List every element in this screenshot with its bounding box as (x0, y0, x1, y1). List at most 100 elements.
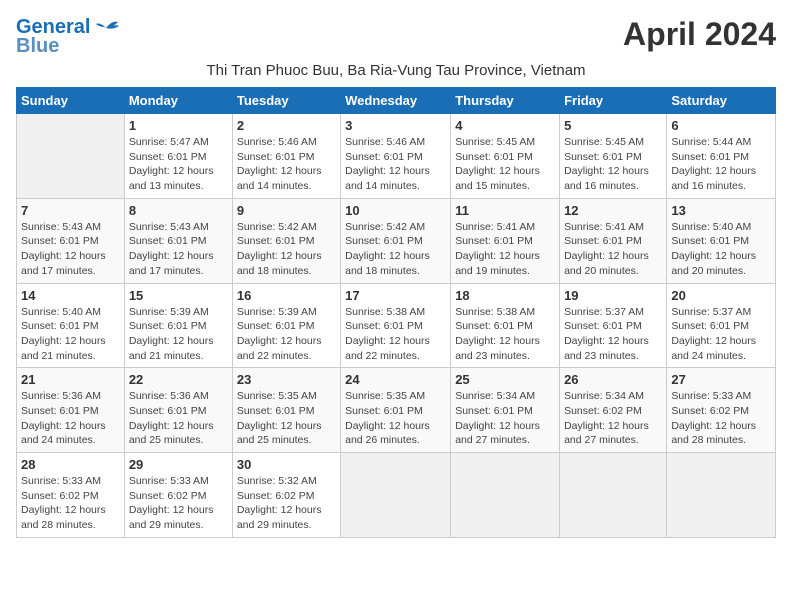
calendar-cell: 16 Sunrise: 5:39 AMSunset: 6:01 PMDayligh… (232, 283, 340, 368)
day-number: 11 (455, 203, 555, 218)
calendar-body: 1Sunrise: 5:47 AMSunset: 6:01 PMDaylight… (17, 114, 776, 538)
calendar-cell: 25 Sunrise: 5:34 AMSunset: 6:01 PMDayligh… (451, 368, 560, 453)
calendar-cell (560, 453, 667, 538)
day-info: Sunrise: 5:37 AMSunset: 6:01 PMDaylight:… (671, 305, 771, 364)
day-number: 21 (21, 372, 120, 387)
day-info: Sunrise: 5:40 AMSunset: 6:01 PMDaylight:… (671, 220, 771, 279)
day-number: 23 (237, 372, 336, 387)
calendar-cell: 13 Sunrise: 5:40 AMSunset: 6:01 PMDayligh… (667, 198, 776, 283)
day-info: Sunrise: 5:39 AMSunset: 6:01 PMDaylight:… (129, 305, 228, 364)
day-info: Sunrise: 5:46 AMSunset: 6:01 PMDaylight:… (345, 135, 446, 194)
calendar-cell: 15 Sunrise: 5:39 AMSunset: 6:01 PMDayligh… (124, 283, 232, 368)
day-info: Sunrise: 5:46 AMSunset: 6:01 PMDaylight:… (237, 135, 336, 194)
calendar-cell: 23 Sunrise: 5:35 AMSunset: 6:01 PMDayligh… (232, 368, 340, 453)
day-info: Sunrise: 5:33 AMSunset: 6:02 PMDaylight:… (671, 389, 771, 448)
logo-bird-icon (92, 18, 120, 38)
day-info: Sunrise: 5:35 AMSunset: 6:01 PMDaylight:… (237, 389, 336, 448)
day-number: 8 (129, 203, 228, 218)
day-number: 27 (671, 372, 771, 387)
day-number: 6 (671, 118, 771, 133)
calendar-cell: 22 Sunrise: 5:36 AMSunset: 6:01 PMDayligh… (124, 368, 232, 453)
day-info: Sunrise: 5:45 AMSunset: 6:01 PMDaylight:… (455, 135, 555, 194)
day-info: Sunrise: 5:42 AMSunset: 6:01 PMDaylight:… (237, 220, 336, 279)
calendar-cell (451, 453, 560, 538)
day-info: Sunrise: 5:43 AMSunset: 6:01 PMDaylight:… (21, 220, 120, 279)
day-info: Sunrise: 5:37 AMSunset: 6:01 PMDaylight:… (564, 305, 662, 364)
header-tuesday: Tuesday (232, 88, 340, 114)
day-number: 19 (564, 288, 662, 303)
calendar-subtitle: Thi Tran Phuoc Buu, Ba Ria-Vung Tau Prov… (16, 62, 776, 79)
calendar-cell: 14 Sunrise: 5:40 AMSunset: 6:01 PMDayligh… (17, 283, 125, 368)
calendar-cell: 21 Sunrise: 5:36 AMSunset: 6:01 PMDayligh… (17, 368, 125, 453)
day-info: Sunrise: 5:38 AMSunset: 6:01 PMDaylight:… (455, 305, 555, 364)
day-info: Sunrise: 5:40 AMSunset: 6:01 PMDaylight:… (21, 305, 120, 364)
day-number: 9 (237, 203, 336, 218)
day-info: Sunrise: 5:41 AMSunset: 6:01 PMDaylight:… (564, 220, 662, 279)
month-title: April 2024 (623, 16, 776, 53)
day-info: Sunrise: 5:35 AMSunset: 6:01 PMDaylight:… (345, 389, 446, 448)
day-info: Sunrise: 5:39 AMSunset: 6:01 PMDaylight:… (237, 305, 336, 364)
calendar-cell: 27 Sunrise: 5:33 AMSunset: 6:02 PMDayligh… (667, 368, 776, 453)
calendar-cell: 29 Sunrise: 5:33 AMSunset: 6:02 PMDayligh… (124, 453, 232, 538)
calendar-cell: 24 Sunrise: 5:35 AMSunset: 6:01 PMDayligh… (341, 368, 451, 453)
calendar-cell: 6 Sunrise: 5:44 AMSunset: 6:01 PMDaylight… (667, 114, 776, 199)
calendar-cell: 28 Sunrise: 5:33 AMSunset: 6:02 PMDayligh… (17, 453, 125, 538)
day-number: 28 (21, 457, 120, 472)
day-number: 22 (129, 372, 228, 387)
calendar-cell: 12 Sunrise: 5:41 AMSunset: 6:01 PMDayligh… (560, 198, 667, 283)
day-info: Sunrise: 5:33 AMSunset: 6:02 PMDaylight:… (129, 474, 228, 533)
day-info: Sunrise: 5:41 AMSunset: 6:01 PMDaylight:… (455, 220, 555, 279)
day-info: Sunrise: 5:43 AMSunset: 6:01 PMDaylight:… (129, 220, 228, 279)
day-info: Sunrise: 5:36 AMSunset: 6:01 PMDaylight:… (21, 389, 120, 448)
calendar-cell: 18Sunrise: 5:38 AMSunset: 6:01 PMDayligh… (451, 283, 560, 368)
calendar-table: SundayMondayTuesdayWednesdayThursdayFrid… (16, 87, 776, 538)
day-info: Sunrise: 5:42 AMSunset: 6:01 PMDaylight:… (345, 220, 446, 279)
day-info: Sunrise: 5:36 AMSunset: 6:01 PMDaylight:… (129, 389, 228, 448)
calendar-week-4: 21 Sunrise: 5:36 AMSunset: 6:01 PMDayligh… (17, 368, 776, 453)
calendar-header-row: SundayMondayTuesdayWednesdayThursdayFrid… (17, 88, 776, 114)
day-number: 15 (129, 288, 228, 303)
day-number: 2 (237, 118, 336, 133)
calendar-cell: 1Sunrise: 5:47 AMSunset: 6:01 PMDaylight… (124, 114, 232, 199)
day-number: 5 (564, 118, 662, 133)
day-number: 26 (564, 372, 662, 387)
logo-blue: Blue (16, 35, 59, 58)
calendar-cell: 17 Sunrise: 5:38 AMSunset: 6:01 PMDayligh… (341, 283, 451, 368)
calendar-cell: 4 Sunrise: 5:45 AMSunset: 6:01 PMDaylight… (451, 114, 560, 199)
calendar-week-5: 28 Sunrise: 5:33 AMSunset: 6:02 PMDayligh… (17, 453, 776, 538)
calendar-cell: 9 Sunrise: 5:42 AMSunset: 6:01 PMDaylight… (232, 198, 340, 283)
day-number: 29 (129, 457, 228, 472)
calendar-cell: 10Sunrise: 5:42 AMSunset: 6:01 PMDayligh… (341, 198, 451, 283)
calendar-cell: 7 Sunrise: 5:43 AMSunset: 6:01 PMDaylight… (17, 198, 125, 283)
day-number: 12 (564, 203, 662, 218)
calendar-cell: 30Sunrise: 5:32 AMSunset: 6:02 PMDayligh… (232, 453, 340, 538)
calendar-cell: 19 Sunrise: 5:37 AMSunset: 6:01 PMDayligh… (560, 283, 667, 368)
day-number: 3 (345, 118, 446, 133)
day-number: 24 (345, 372, 446, 387)
day-number: 7 (21, 203, 120, 218)
header-wednesday: Wednesday (341, 88, 451, 114)
calendar-cell: 11 Sunrise: 5:41 AMSunset: 6:01 PMDayligh… (451, 198, 560, 283)
calendar-cell: 20Sunrise: 5:37 AMSunset: 6:01 PMDayligh… (667, 283, 776, 368)
day-number: 25 (455, 372, 555, 387)
day-number: 16 (237, 288, 336, 303)
day-info: Sunrise: 5:34 AMSunset: 6:02 PMDaylight:… (564, 389, 662, 448)
logo: General Blue (16, 16, 120, 58)
day-info: Sunrise: 5:38 AMSunset: 6:01 PMDaylight:… (345, 305, 446, 364)
day-info: Sunrise: 5:45 AMSunset: 6:01 PMDaylight:… (564, 135, 662, 194)
day-info: Sunrise: 5:34 AMSunset: 6:01 PMDaylight:… (455, 389, 555, 448)
day-number: 14 (21, 288, 120, 303)
day-number: 1 (129, 118, 228, 133)
day-number: 17 (345, 288, 446, 303)
day-number: 13 (671, 203, 771, 218)
calendar-cell (341, 453, 451, 538)
calendar-cell: 26 Sunrise: 5:34 AMSunset: 6:02 PMDayligh… (560, 368, 667, 453)
day-info: Sunrise: 5:33 AMSunset: 6:02 PMDaylight:… (21, 474, 120, 533)
calendar-cell: 3 Sunrise: 5:46 AMSunset: 6:01 PMDaylight… (341, 114, 451, 199)
header-saturday: Saturday (667, 88, 776, 114)
header-thursday: Thursday (451, 88, 560, 114)
day-number: 4 (455, 118, 555, 133)
day-info: Sunrise: 5:44 AMSunset: 6:01 PMDaylight:… (671, 135, 771, 194)
calendar-cell: 5 Sunrise: 5:45 AMSunset: 6:01 PMDaylight… (560, 114, 667, 199)
header-sunday: Sunday (17, 88, 125, 114)
